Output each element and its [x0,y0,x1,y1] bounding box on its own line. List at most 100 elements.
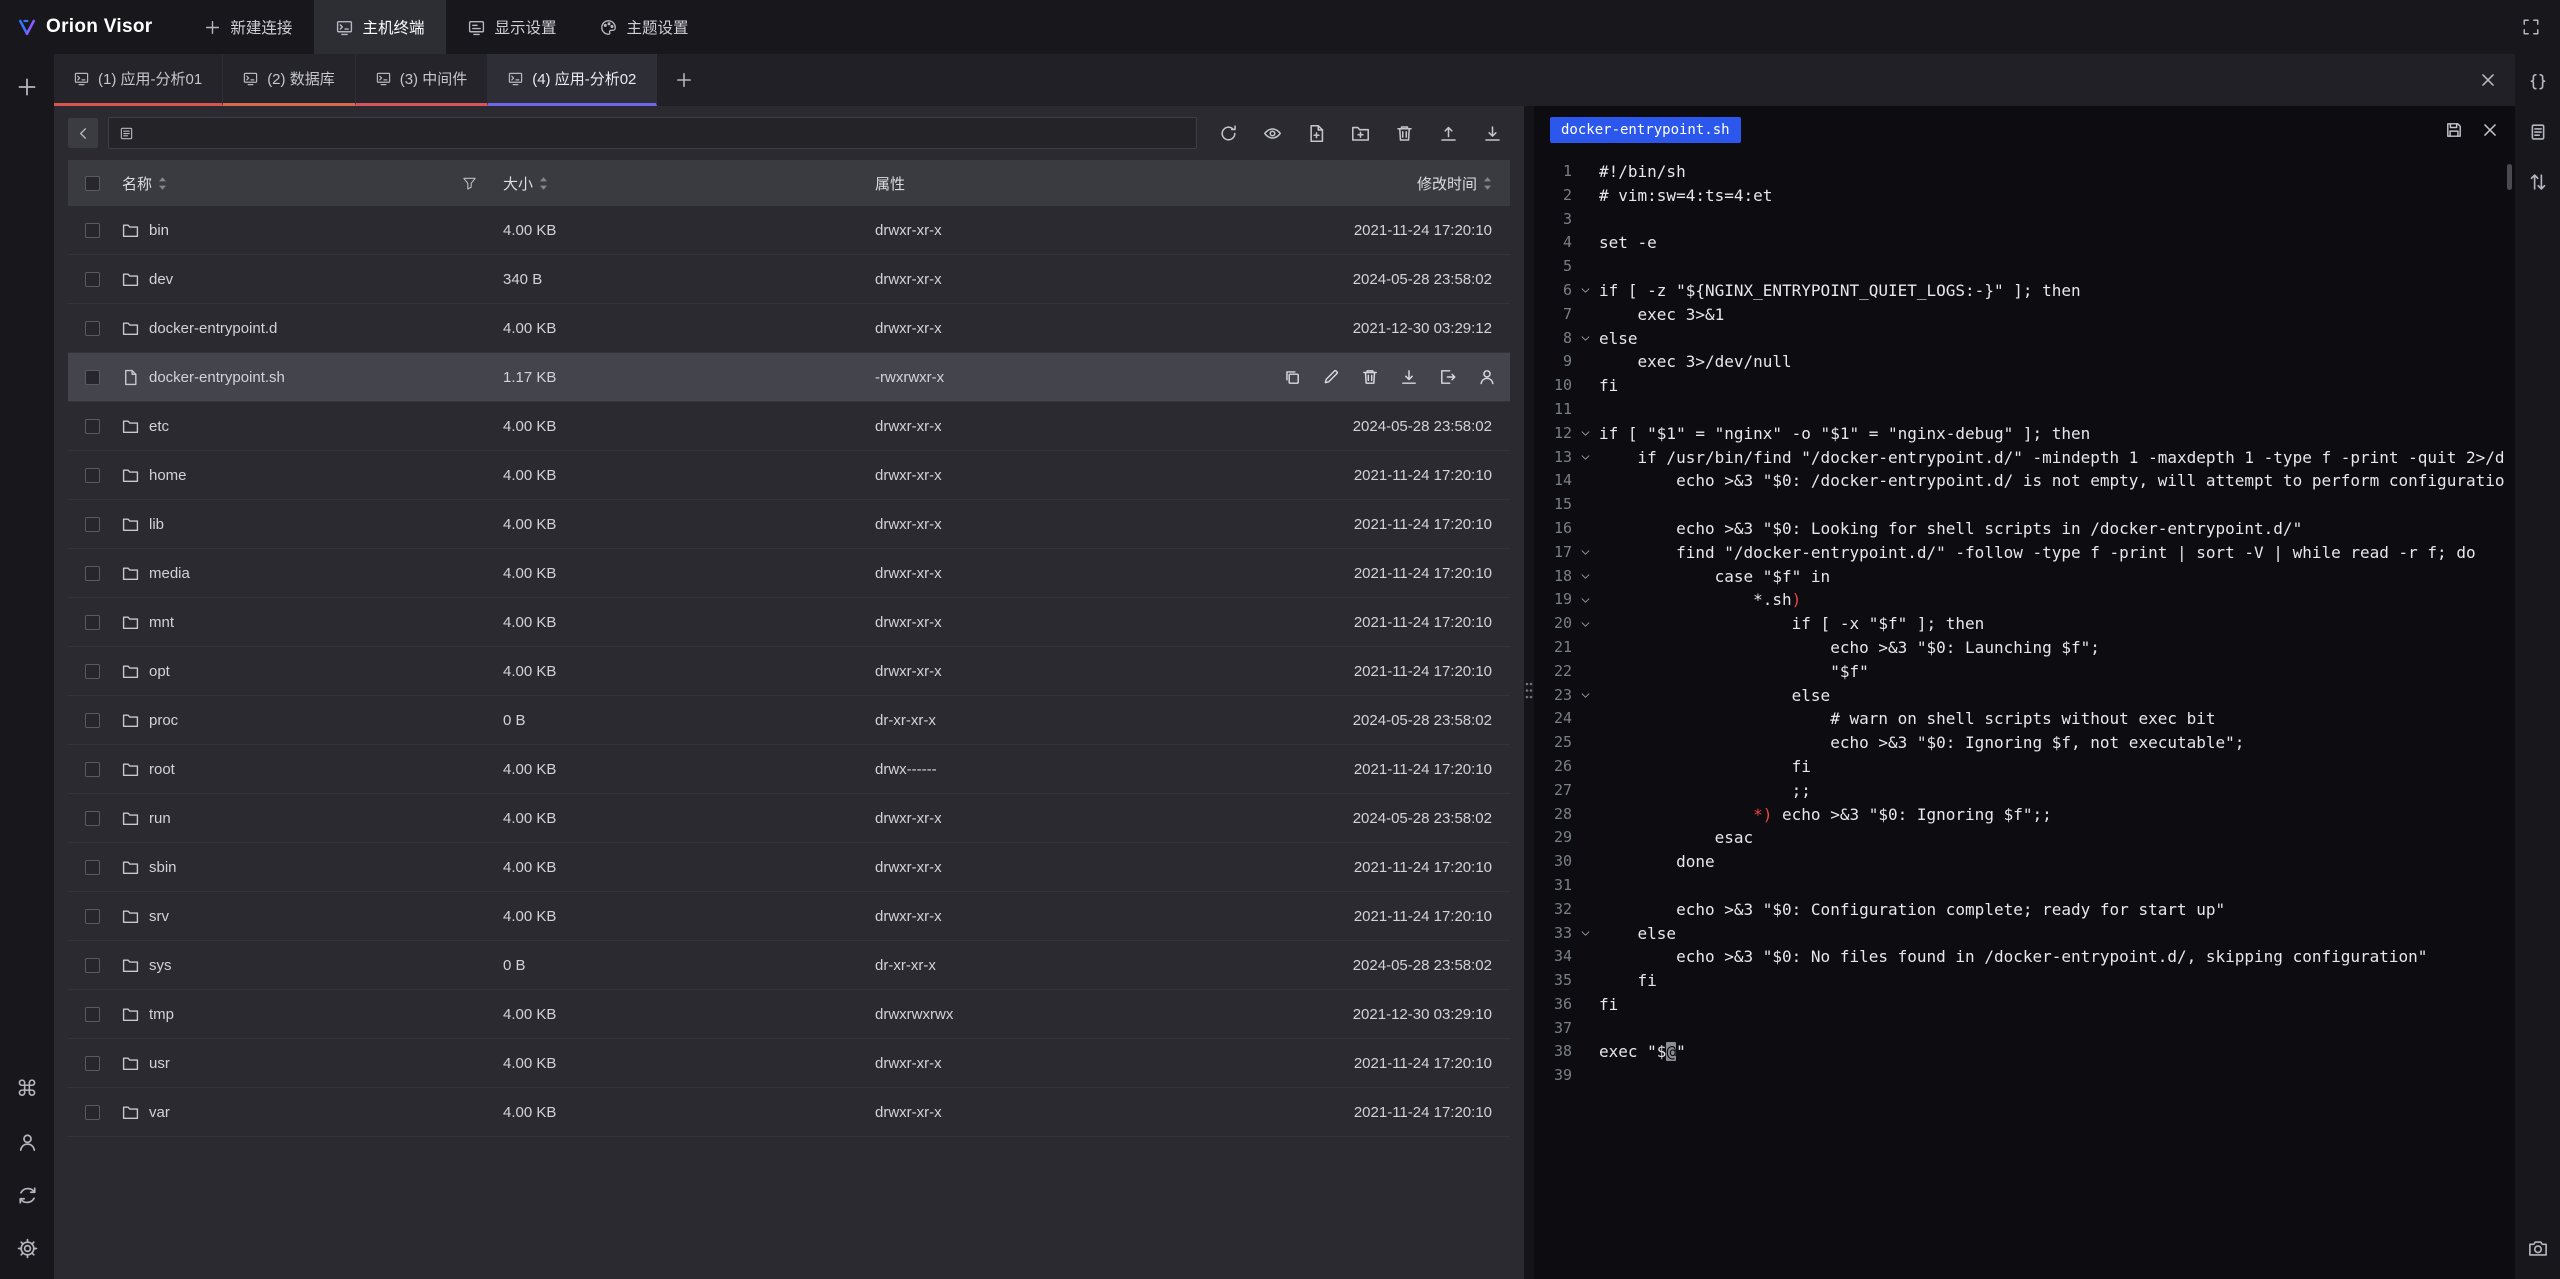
add-tab-icon[interactable] [657,54,711,106]
column-header-name[interactable]: 名称 [116,173,503,194]
row-checkbox[interactable] [85,468,100,483]
sync-icon[interactable] [17,1185,38,1206]
file-row-etc[interactable]: etc4.00 KBdrwxr-xr-x2024-05-28 23:58:02 [68,402,1510,451]
fold-chevron-icon[interactable] [1572,922,1599,946]
file-row-root[interactable]: root4.00 KBdrwx------2021-11-24 17:20:10 [68,745,1510,794]
file-name[interactable]: root [149,761,175,778]
close-panel-icon[interactable] [2461,54,2515,106]
file-name[interactable]: run [149,810,171,827]
row-checkbox[interactable] [85,615,100,630]
nav-item-host-terminal[interactable]: 主机终端 [314,0,446,54]
refresh-icon[interactable] [1219,124,1238,143]
file-name[interactable]: tmp [149,1006,174,1023]
fold-chevron-icon[interactable] [1572,684,1599,708]
fold-chevron-icon[interactable] [1572,588,1599,612]
settings-gear-icon[interactable] [17,1238,38,1259]
new-file-icon[interactable] [1307,124,1326,143]
filter-funnel-icon[interactable] [462,176,477,191]
file-row-bin[interactable]: bin4.00 KBdrwxr-xr-x2021-11-24 17:20:10 [68,206,1510,255]
column-header-mtime[interactable]: 修改时间 [1283,173,1510,194]
file-name[interactable]: usr [149,1055,170,1072]
row-checkbox[interactable] [85,909,100,924]
copy-path-icon[interactable] [1283,368,1301,386]
fold-chevron-icon[interactable] [1572,446,1599,470]
upload-icon[interactable] [1439,124,1458,143]
file-name[interactable]: media [149,565,190,582]
fold-chevron-icon[interactable] [1572,327,1599,351]
row-checkbox[interactable] [85,664,100,679]
snippet-braces-icon[interactable] [2528,72,2548,92]
file-name[interactable]: var [149,1104,170,1121]
file-row-opt[interactable]: opt4.00 KBdrwxr-xr-x2021-11-24 17:20:10 [68,647,1510,696]
code-editor[interactable]: 1#!/bin/sh2# vim:sw=4:ts=4:et34set -e56i… [1534,154,2515,1279]
row-checkbox[interactable] [85,517,100,532]
panel-splitter[interactable] [1524,106,1534,1279]
fold-chevron-icon[interactable] [1572,422,1599,446]
row-checkbox[interactable] [85,1105,100,1120]
sort-carets-icon[interactable] [1483,176,1492,191]
file-name[interactable]: dev [149,271,173,288]
file-name[interactable]: docker-entrypoint.sh [149,369,285,386]
move-icon[interactable] [1439,368,1457,386]
file-row-proc[interactable]: proc0 Bdr-xr-xr-x2024-05-28 23:58:02 [68,696,1510,745]
file-name[interactable]: bin [149,222,169,239]
column-header-size[interactable]: 大小 [503,173,875,194]
tab-1[interactable]: (1) 应用-分析01 [54,54,223,106]
row-checkbox[interactable] [85,811,100,826]
delete-icon[interactable] [1395,124,1414,143]
download-icon[interactable] [1400,368,1418,386]
file-row-docker-entrypoint.d[interactable]: docker-entrypoint.d4.00 KBdrwxr-xr-x2021… [68,304,1510,353]
row-checkbox[interactable] [85,1056,100,1071]
row-checkbox[interactable] [85,958,100,973]
row-checkbox[interactable] [85,419,100,434]
download-icon[interactable] [1483,124,1502,143]
chmod-icon[interactable] [1478,368,1496,386]
file-name[interactable]: srv [149,908,169,925]
file-name[interactable]: docker-entrypoint.d [149,320,277,337]
tab-3[interactable]: (3) 中间件 [356,54,489,106]
fold-chevron-icon[interactable] [1572,541,1599,565]
edit-icon[interactable] [1322,368,1340,386]
brand[interactable]: Orion Visor [18,16,152,38]
file-name[interactable]: mnt [149,614,174,631]
file-name[interactable]: etc [149,418,169,435]
file-row-dev[interactable]: dev340 Bdrwxr-xr-x2024-05-28 23:58:02 [68,255,1510,304]
select-all-checkbox[interactable] [85,176,100,191]
fold-chevron-icon[interactable] [1572,279,1599,303]
file-name[interactable]: sbin [149,859,177,876]
file-row-var[interactable]: var4.00 KBdrwxr-xr-x2021-11-24 17:20:10 [68,1088,1510,1137]
delete-icon[interactable] [1361,368,1379,386]
close-editor-icon[interactable] [2481,121,2499,139]
path-input[interactable] [142,124,1186,142]
user-icon[interactable] [17,1132,38,1153]
row-checkbox[interactable] [85,272,100,287]
command-palette-icon[interactable]: ⌘ [16,1078,38,1100]
file-name[interactable]: sys [149,957,172,974]
sort-carets-icon[interactable] [158,176,167,191]
quick-command-icon[interactable] [2528,122,2548,142]
fold-chevron-icon[interactable] [1572,612,1599,636]
row-checkbox[interactable] [85,370,100,385]
row-checkbox[interactable] [85,566,100,581]
file-row-run[interactable]: run4.00 KBdrwxr-xr-x2024-05-28 23:58:02 [68,794,1510,843]
sort-lines-icon[interactable] [2528,172,2548,192]
file-name[interactable]: proc [149,712,178,729]
tab-4[interactable]: (4) 应用-分析02 [488,54,657,106]
sort-carets-icon[interactable] [539,176,548,191]
file-row-media[interactable]: media4.00 KBdrwxr-xr-x2021-11-24 17:20:1… [68,549,1510,598]
fold-chevron-icon[interactable] [1572,565,1599,589]
new-folder-icon[interactable] [1351,124,1370,143]
back-icon[interactable] [68,118,98,148]
screenshot-camera-icon[interactable] [2528,1238,2548,1258]
toggle-hidden-files-icon[interactable] [1263,124,1282,143]
nav-item-new-connection[interactable]: 新建连接 [182,0,314,54]
file-row-mnt[interactable]: mnt4.00 KBdrwxr-xr-x2021-11-24 17:20:10 [68,598,1510,647]
file-row-docker-entrypoint.sh[interactable]: docker-entrypoint.sh1.17 KB-rwxrwxr-x [68,353,1510,402]
row-checkbox[interactable] [85,860,100,875]
save-icon[interactable] [2445,121,2463,139]
new-connection-icon[interactable] [16,76,38,98]
file-name[interactable]: opt [149,663,170,680]
tab-2[interactable]: (2) 数据库 [223,54,356,106]
row-checkbox[interactable] [85,1007,100,1022]
file-row-usr[interactable]: usr4.00 KBdrwxr-xr-x2021-11-24 17:20:10 [68,1039,1510,1088]
